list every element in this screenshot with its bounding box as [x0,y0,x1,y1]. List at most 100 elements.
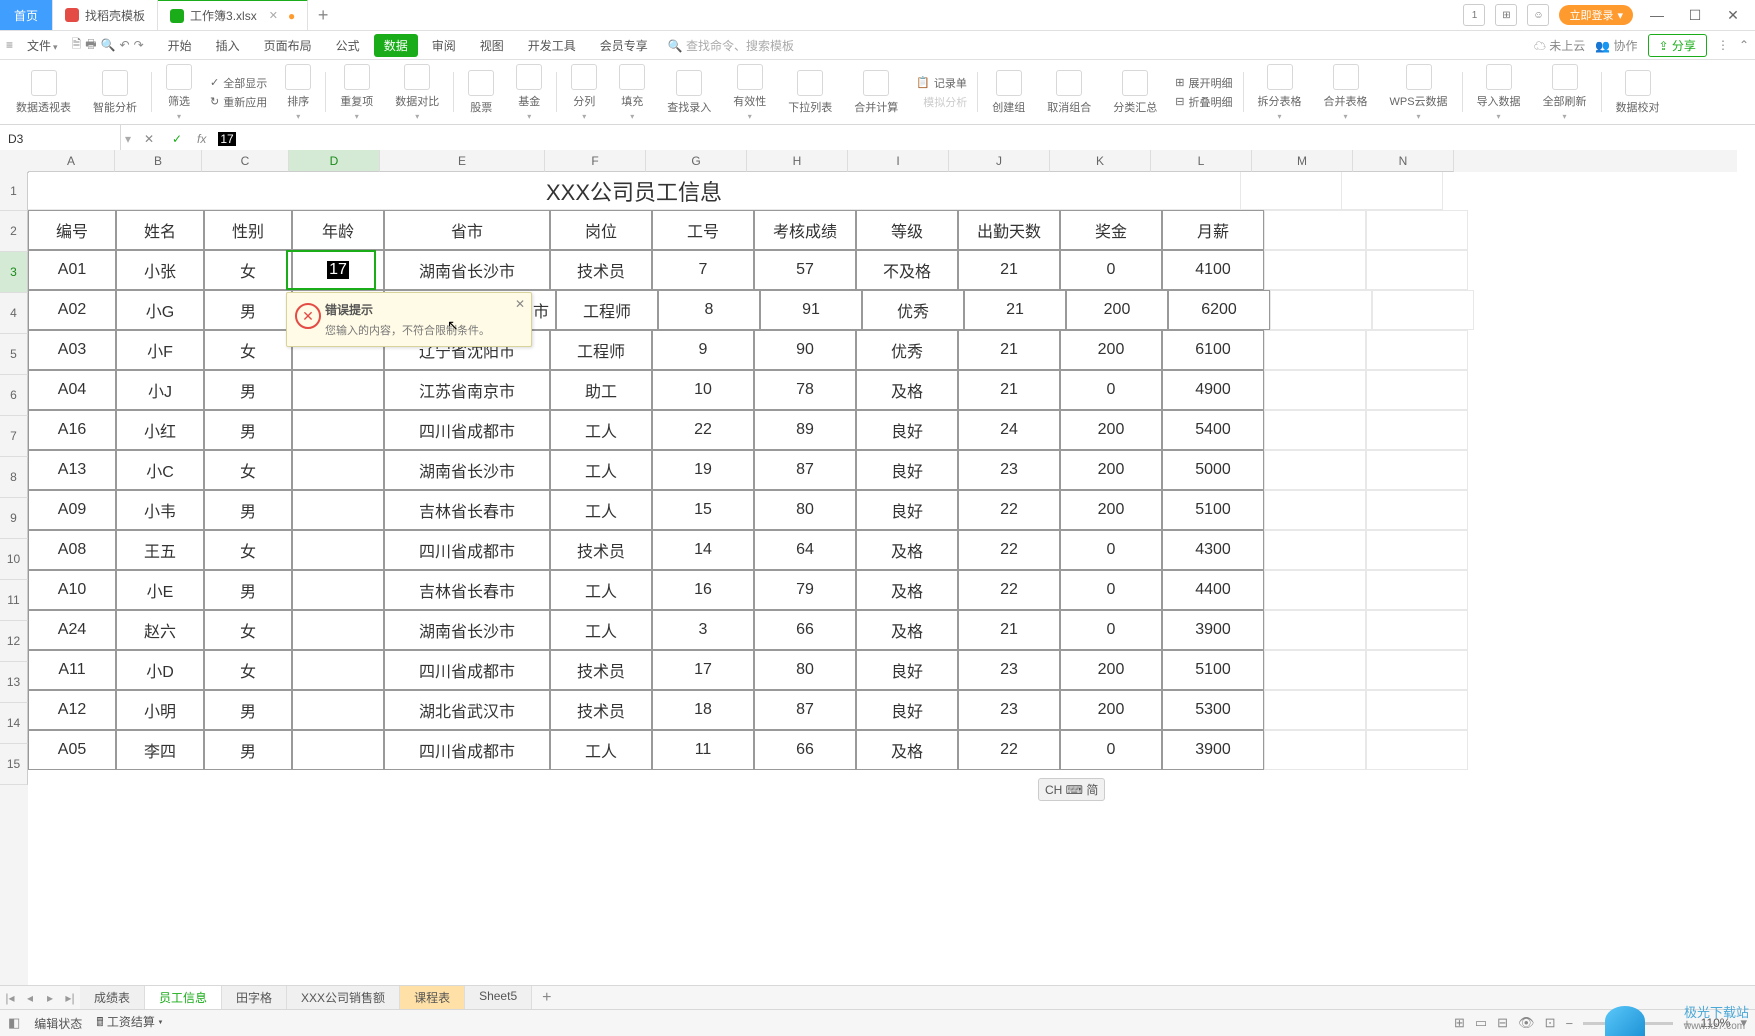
menu-tab[interactable]: 会员专享 [590,34,658,57]
cell[interactable]: 200 [1060,330,1162,370]
cell[interactable]: 及格 [856,730,958,770]
menubar-more-icon[interactable]: ⋮ [1717,38,1729,52]
cell[interactable]: 男 [204,690,292,730]
cell[interactable] [1366,730,1468,770]
cell[interactable]: 200 [1060,410,1162,450]
cell[interactable]: A10 [28,570,116,610]
cell[interactable]: 工人 [550,450,652,490]
cell[interactable]: 200 [1060,690,1162,730]
ribbon-smart[interactable]: 智能分析 [83,70,147,115]
row-header[interactable]: 11 [0,580,28,621]
col-header-cell[interactable]: 考核成绩 [754,210,856,250]
cell[interactable]: 21 [958,250,1060,290]
cell[interactable]: 女 [204,250,292,290]
ribbon-subtotal[interactable]: 分类汇总 [1103,70,1167,115]
ribbon-filter-opts[interactable]: ✓全部显示 ↻重新应用 [204,75,273,110]
row-header[interactable]: 15 [0,744,28,785]
ribbon-record[interactable]: 📋记录单 .模拟分析 [910,75,973,110]
cell[interactable]: 吉林省长春市 [384,490,550,530]
cell[interactable]: 工人 [550,490,652,530]
cell[interactable]: 23 [958,450,1060,490]
menu-tab[interactable]: 插入 [206,34,250,57]
cell[interactable]: A16 [28,410,116,450]
cell[interactable]: 14 [652,530,754,570]
cell[interactable] [292,450,384,490]
cell[interactable] [1366,250,1468,290]
cell[interactable]: 5300 [1162,690,1264,730]
cell[interactable]: 良好 [856,410,958,450]
ribbon-mergetable[interactable]: 合并表格▾ [1314,64,1378,121]
cell[interactable]: 吉林省长春市 [384,570,550,610]
row-header[interactable]: 6 [0,375,28,416]
menu-tab-active[interactable]: 数据 [374,34,418,57]
cell[interactable]: 64 [754,530,856,570]
cell[interactable] [1264,250,1366,290]
ribbon-detail[interactable]: ⊞展开明细 ⊟折叠明细 [1169,75,1238,110]
sheet-nav-first[interactable]: |◂ [0,991,20,1005]
cell[interactable]: 7 [652,250,754,290]
cell[interactable]: 3900 [1162,610,1264,650]
ribbon-ungroup[interactable]: 取消组合 [1037,70,1101,115]
cell[interactable] [1366,370,1468,410]
view-normal-icon[interactable]: ⊞ [1454,1015,1465,1031]
row-header[interactable]: 14 [0,703,28,744]
menu-tab[interactable]: 公式 [326,34,370,57]
qat-print-icon[interactable]: 🖶 [85,35,96,56]
select-all-corner[interactable] [0,150,29,173]
cell[interactable]: 女 [204,650,292,690]
ribbon-fund[interactable]: 基金▾ [506,64,552,121]
col-header[interactable]: A [28,150,115,172]
cell[interactable]: 男 [204,730,292,770]
ribbon-refresh[interactable]: 全部刷新▾ [1533,64,1597,121]
cell[interactable]: 21 [958,610,1060,650]
cell[interactable]: A03 [28,330,116,370]
cell[interactable]: 助工 [550,370,652,410]
cell[interactable]: 技术员 [550,650,652,690]
cell[interactable]: 22 [958,530,1060,570]
cell[interactable] [1264,610,1366,650]
cell[interactable]: 17 [292,250,384,290]
ribbon-filter[interactable]: 筛选▾ [156,64,202,121]
col-header[interactable]: K [1050,150,1151,172]
cell[interactable] [1366,650,1468,690]
cell[interactable] [1366,330,1468,370]
cell[interactable]: 23 [958,650,1060,690]
tab-close-icon[interactable]: ✕ [269,9,278,22]
cell[interactable]: 87 [754,690,856,730]
row-header[interactable]: 3 [0,252,28,293]
col-header-cell[interactable]: 岗位 [550,210,652,250]
cell[interactable]: 工人 [550,570,652,610]
sheet-tab[interactable]: 员工信息 [145,986,222,1011]
cell[interactable]: 200 [1060,450,1162,490]
cell[interactable]: 湖南省长沙市 [384,610,550,650]
cell[interactable]: 17 [652,650,754,690]
cell[interactable] [292,570,384,610]
view-pagebreak-icon[interactable]: ⊟ [1497,1015,1508,1031]
cell[interactable]: 5100 [1162,490,1264,530]
cell[interactable]: 小明 [116,690,204,730]
share-button[interactable]: ⇪ 分享 [1648,34,1707,57]
col-header[interactable]: I [848,150,949,172]
cell[interactable]: 23 [958,690,1060,730]
window-minimize[interactable]: — [1643,7,1671,23]
sheet-tab[interactable]: XXX公司销售额 [287,986,400,1011]
col-header-cell[interactable]: 姓名 [116,210,204,250]
titlebar-icon-user[interactable]: ☺ [1527,4,1549,26]
cell[interactable]: 90 [754,330,856,370]
cell[interactable] [1366,450,1468,490]
cell[interactable] [1270,290,1372,330]
cell[interactable]: 80 [754,490,856,530]
new-tab-button[interactable]: + [308,0,338,30]
col-header[interactable]: L [1151,150,1252,172]
cell[interactable]: 5100 [1162,650,1264,690]
cell[interactable]: 工人 [550,730,652,770]
cell[interactable]: 女 [204,330,292,370]
cell[interactable]: 80 [754,650,856,690]
col-header-cell[interactable]: 出勤天数 [958,210,1060,250]
view-reading-icon[interactable]: 👁 [1518,1015,1535,1031]
cell[interactable]: 工程师 [550,330,652,370]
row-header[interactable]: 5 [0,334,28,375]
cell[interactable]: 0 [1060,730,1162,770]
col-header[interactable]: N [1353,150,1454,172]
cell[interactable]: 5000 [1162,450,1264,490]
